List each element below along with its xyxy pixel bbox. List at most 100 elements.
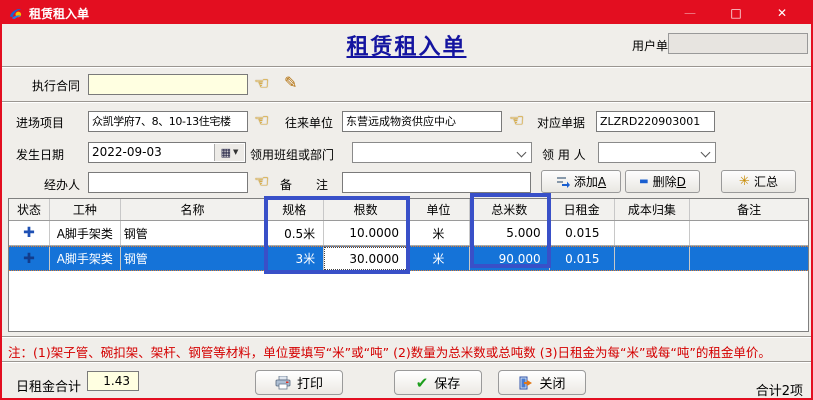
hand-picker-icon[interactable]: ☜ [254,172,269,192]
team-label: 领用班组或部门 [250,146,334,163]
date-value: 2022-09-03 [92,145,162,159]
save-button[interactable]: ✔ 保存 [394,370,482,395]
close-button[interactable]: 关闭 [498,370,586,395]
col-header-note[interactable]: 备注 [690,199,808,220]
divider [2,361,811,363]
delete-button-key: D [677,175,686,189]
cell-name[interactable]: 钢管 [121,247,266,270]
calendar-dropdown-button[interactable]: ▦ ▼ [214,144,244,161]
add-button-key: A [598,175,606,189]
col-header-rent[interactable]: 日租金 [550,199,615,220]
col-header-status[interactable]: 状态 [9,199,50,220]
doc-no-label: 对应单据 [537,114,585,131]
hand-picker-icon[interactable]: ☜ [509,111,524,131]
footnote-text: 注：(1)架子管、碗扣架、架杆、钢管等材料，单位要填写“米”或“吨” (2)数量… [8,342,807,361]
table-row-selected[interactable]: ✚ A脚手架类 钢管 3米 30.0000 米 90.000 0.015 [9,246,808,271]
total-items-count: 合计2项 [756,380,803,399]
contract-input[interactable] [88,74,248,95]
add-row-button[interactable]: 添加A [541,170,621,193]
delete-button-label: 删除 [653,175,677,189]
hand-picker-icon[interactable]: ☜ [254,111,269,131]
hand-picker-icon[interactable]: ☜ [254,74,269,94]
check-icon: ✔ [416,374,429,392]
cell-unit[interactable]: 米 [408,247,470,270]
summary-button[interactable]: ✳ 汇总 [721,170,796,193]
remark-input[interactable] [342,172,531,193]
summary-star-icon: ✳ [739,174,750,189]
doc-no-input[interactable]: ZLZRD220903001 [596,111,715,132]
add-row-icon [556,176,570,188]
divider [2,66,811,68]
cell-spec[interactable]: 3米 [265,247,324,270]
col-header-meters[interactable]: 总米数 [470,199,550,220]
project-label: 进场项目 [16,114,64,131]
app-window: 租赁租入单 — □ ✕ 租赁租入单 用户单号 执行合同 ☜ ✎ 进场项目 众凯学… [0,0,813,400]
close-icon[interactable]: ✕ [759,2,805,24]
recipient-combobox[interactable] [598,142,716,163]
contract-label: 执行合同 [32,77,80,94]
daily-rent-total-value: 1.43 [87,371,139,391]
detail-table: 状态 工种 名称 规格 根数 单位 总米数 日租金 成本归集 备注 ✚ A脚手架… [8,198,809,332]
user-no-field[interactable] [668,33,808,54]
chevron-down-icon [701,148,711,158]
cell-meters[interactable]: 5.000 [470,221,550,245]
recipient-label: 领 用 人 [542,146,586,163]
counterparty-input[interactable]: 东营远成物资供应中心 [342,111,502,132]
cell-count[interactable]: 10.0000 [324,221,408,245]
col-header-name[interactable]: 名称 [121,199,266,220]
cell-worktype[interactable]: A脚手架类 [50,221,121,245]
remark-label: 备 注 [280,176,328,193]
col-header-worktype[interactable]: 工种 [50,199,121,220]
table-header-row: 状态 工种 名称 规格 根数 单位 总米数 日租金 成本归集 备注 [9,199,808,221]
print-button-label: 打印 [297,373,323,392]
table-row[interactable]: ✚ A脚手架类 钢管 0.5米 10.0000 米 5.000 0.015 [9,221,808,246]
cell-cost[interactable] [615,247,691,270]
cell-rent[interactable]: 0.015 [550,247,615,270]
handler-input[interactable] [88,172,248,193]
divider [2,101,811,103]
cell-unit[interactable]: 米 [408,221,470,245]
handler-label: 经办人 [44,176,80,193]
form-body: 租赁租入单 用户单号 执行合同 ☜ ✎ 进场项目 众凯学府7、8、10-13住宅… [2,24,811,398]
cell-spec[interactable]: 0.5米 [265,221,324,245]
date-label: 发生日期 [16,146,64,163]
minus-icon: ▬ [639,177,648,187]
col-header-cost[interactable]: 成本归集 [615,199,691,220]
daily-rent-total-label: 日租金合计 [16,376,81,395]
delete-row-button[interactable]: ▬ 删除D [625,170,700,193]
counterparty-label: 往来单位 [285,114,333,131]
cell-meters[interactable]: 90.000 [470,247,550,270]
summary-button-label: 汇总 [754,173,778,190]
close-button-label: 关闭 [539,373,565,392]
minimize-icon[interactable]: — [667,2,713,24]
calendar-grid-icon: ▦ [221,143,231,162]
date-input[interactable]: 2022-09-03 ▦ ▼ [88,142,246,163]
cell-worktype[interactable]: A脚手架类 [50,247,121,270]
print-button[interactable]: 打印 [255,370,343,395]
exit-door-icon [518,376,533,390]
cell-name[interactable]: 钢管 [121,221,266,245]
calendar-arrow-icon: ▼ [233,143,238,162]
col-header-spec[interactable]: 规格 [265,199,324,220]
save-button-label: 保存 [434,373,460,392]
window-title: 租赁租入单 [29,5,89,22]
project-input[interactable]: 众凯学府7、8、10-13住宅楼 [88,111,248,132]
col-header-count[interactable]: 根数 [324,199,408,220]
divider [2,336,811,338]
chevron-down-icon [517,148,527,158]
col-header-unit[interactable]: 单位 [408,199,470,220]
row-status-plus-icon: ✚ [23,251,35,267]
app-logo-icon [8,6,23,21]
team-combobox[interactable] [352,142,532,163]
cell-rent[interactable]: 0.015 [550,221,615,245]
add-button-label: 添加 [574,175,598,189]
maximize-icon[interactable]: □ [713,2,759,24]
cell-note[interactable] [690,247,808,270]
cell-count-editing[interactable]: 30.0000 [324,247,408,270]
title-bar: 租赁租入单 — □ ✕ [2,2,811,24]
cell-note[interactable] [690,221,808,245]
edit-pencil-icon[interactable]: ✎ [284,73,297,92]
row-status-plus-icon: ✚ [23,225,35,241]
printer-icon [275,376,291,390]
cell-cost[interactable] [615,221,691,245]
